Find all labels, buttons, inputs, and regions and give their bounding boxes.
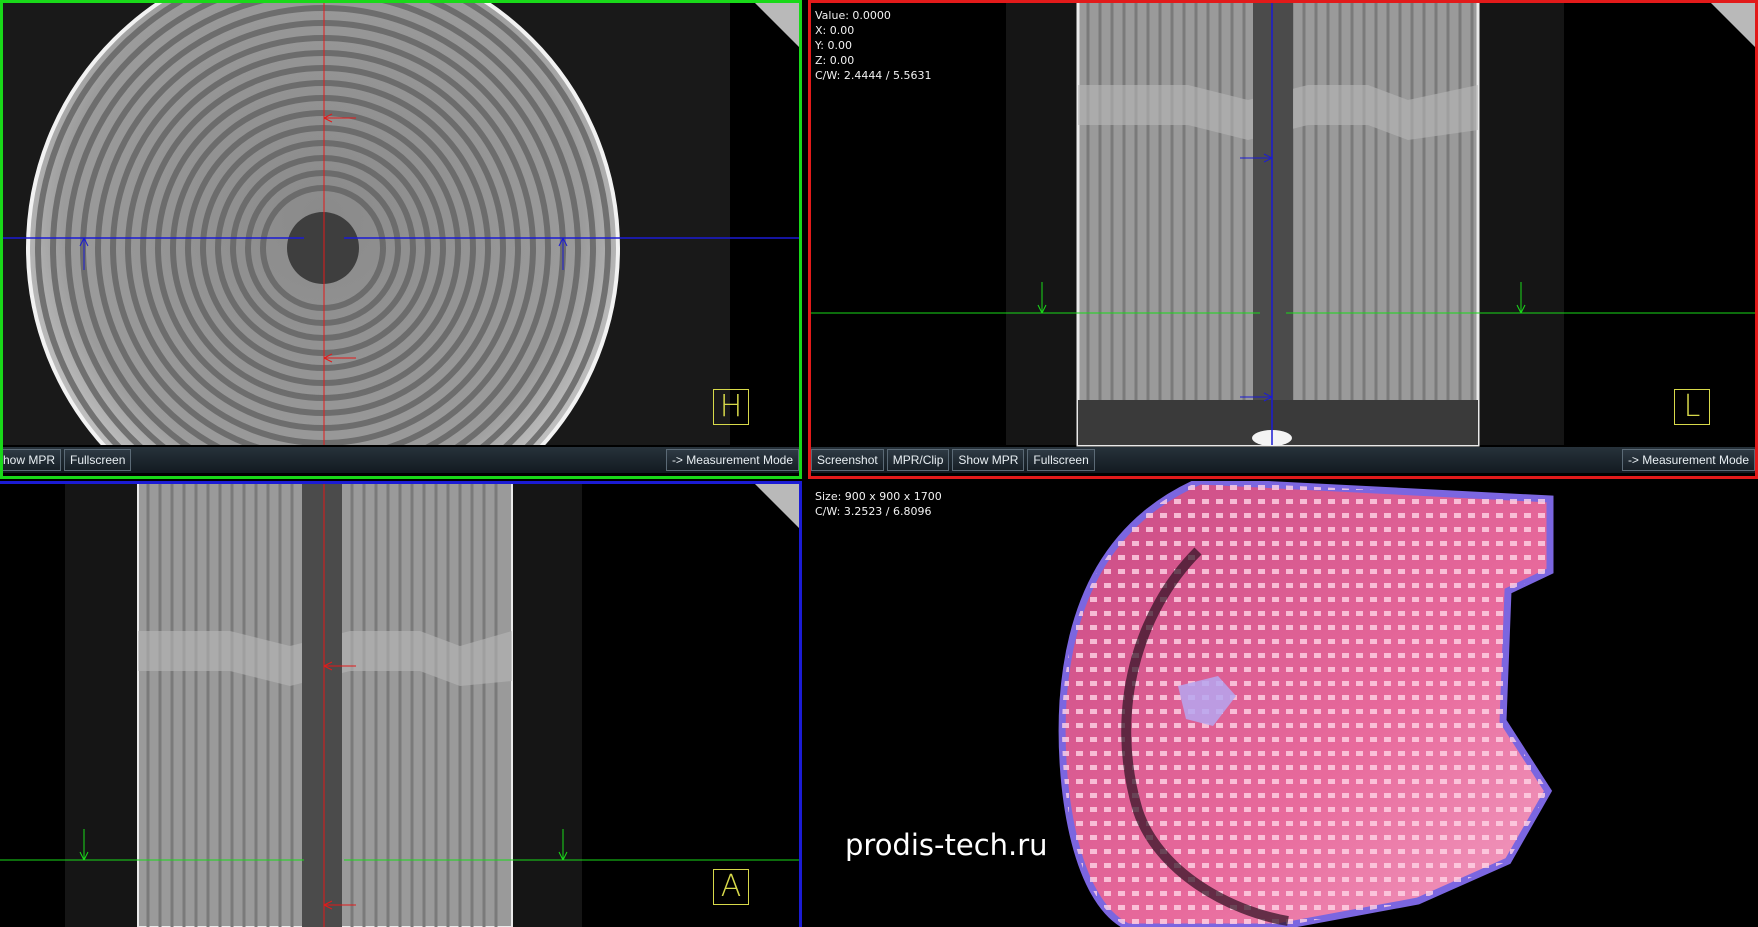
value-readout: Value: 0.0000 (815, 9, 891, 22)
volume-size-readout: Size: 900 x 900 x 1700 (815, 490, 942, 503)
longitudinal-slice-image (808, 0, 1758, 479)
view-h-toolbar: how MPR Fullscreen -> Measurement Mode (0, 447, 802, 473)
orientation-marker-l: L (1674, 389, 1710, 425)
orientation-marker-a: A (713, 869, 749, 905)
fullscreen-button[interactable]: Fullscreen (1027, 449, 1095, 471)
view-l-toolbar: Screenshot MPR/Clip Show MPR Fullscreen … (808, 447, 1758, 473)
orientation-marker-h: H (713, 389, 749, 425)
mpr-view-a[interactable]: A (0, 481, 802, 927)
watermark-text: prodis-tech.ru (845, 828, 1048, 862)
show-mpr-button[interactable]: Show MPR (952, 449, 1025, 471)
volume-window-level-readout: C/W: 3.2523 / 6.8096 (815, 505, 932, 518)
measurement-mode-button[interactable]: -> Measurement Mode (665, 449, 799, 471)
view-corner-toggle[interactable] (1708, 0, 1758, 50)
z-readout: Z: 0.00 (815, 54, 855, 67)
frontal-slice-image (0, 481, 802, 927)
mpr-clip-button[interactable]: MPR/Clip (886, 449, 950, 471)
volume-render-view[interactable]: Size: 900 x 900 x 1700 C/W: 3.2523 / 6.8… (808, 481, 1758, 927)
view-corner-toggle[interactable] (752, 0, 802, 50)
measurement-mode-button[interactable]: -> Measurement Mode (1621, 449, 1755, 471)
show-mpr-button[interactable]: how MPR (0, 449, 62, 471)
x-readout: X: 0.00 (815, 24, 855, 37)
mpr-view-h[interactable]: H how MPR Fullscreen -> Measurement Mode (0, 0, 802, 479)
mpr-view-l[interactable]: Value: 0.0000 X: 0.00 Y: 0.00 Z: 0.00 C/… (808, 0, 1758, 479)
axial-slice-image (0, 0, 802, 479)
view-l-info-overlay: Value: 0.0000 X: 0.00 Y: 0.00 Z: 0.00 C/… (815, 8, 932, 83)
volume-info-overlay: Size: 900 x 900 x 1700 C/W: 3.2523 / 6.8… (815, 489, 942, 519)
y-readout: Y: 0.00 (815, 39, 852, 52)
window-level-readout: C/W: 2.4444 / 5.5631 (815, 69, 932, 82)
view-corner-toggle[interactable] (752, 481, 802, 531)
screenshot-button[interactable]: Screenshot (811, 449, 884, 471)
fullscreen-button[interactable]: Fullscreen (64, 449, 132, 471)
